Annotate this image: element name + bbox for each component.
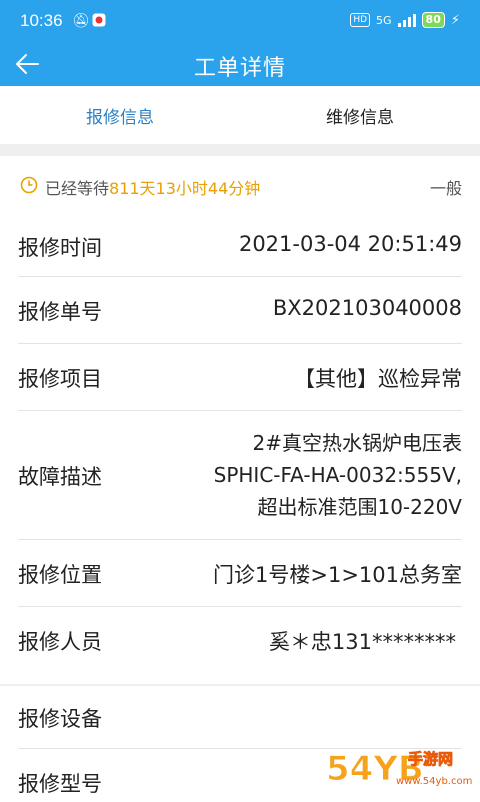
detail-label: 报修人员 [18,630,102,654]
page-title: 工单详情 [193,56,286,81]
status-time: 10:36 [20,11,63,30]
wait-text: 已经等待811天13小时44分钟 [45,179,261,198]
detail-row-fault: 故障描述 2#真空热水锅炉电压表 SPHIC-FA-HA-0032:555V, … [0,411,480,539]
detail-row-order-no: 报修单号 BX202103040008 [0,277,480,343]
app-header: 工单详情 [0,42,480,86]
detail-row-time: 报修时间 2021-03-04 20:51:49 [0,216,480,276]
detail-label: 报修单号 [18,300,102,324]
battery-indicator: 80 [421,12,445,28]
equipment-row-device: 报修设备 [0,686,480,746]
equipment-label: 报修设备 [18,707,102,731]
detail-label: 故障描述 [18,465,102,489]
status-right: HD 5G 80 ⚡︎ [350,12,460,28]
hd-icon: HD [350,13,371,27]
detail-row-reporter: 报修人员 奚＊忠131******** [0,607,480,673]
wait-duration: 811天13小时44分钟 [109,179,261,198]
app-icon [92,13,106,31]
repair-info-card: 已经等待811天13小时44分钟 一般 报修时间 2021-03-04 20:5… [0,156,480,684]
fault-line: 2#真空热水锅炉电压表 [252,431,462,455]
fault-line: SPHIC-FA-HA-0032:555V, [213,463,462,487]
detail-value: 2021-03-04 20:51:49 [238,232,462,256]
detail-row-project: 报修项目 【其他】巡检异常 [0,344,480,410]
tab-maintenance-info[interactable]: 维修信息 [240,86,480,144]
clock-icon [20,176,38,194]
site-watermark: 54YB 手游网 www.54yb.com [324,740,474,796]
charging-icon: ⚡︎ [450,12,460,28]
network-label: 5G [376,13,392,27]
mute-icon: 🔕︎ [72,13,90,29]
detail-label: 报修位置 [18,563,102,587]
detail-value: 门诊1号楼>1>101总务室 [213,563,462,587]
tab-bar: 报修信息 维修信息 [0,86,480,144]
equipment-label: 报修型号 [18,772,102,796]
signal-icon [397,13,416,27]
detail-label: 报修项目 [18,367,102,391]
tab-repair-info[interactable]: 报修信息 [0,86,240,144]
detail-label: 报修时间 [18,236,102,260]
status-bar: 10:36 🔕︎ HD 5G 80 ⚡︎ [0,0,480,42]
watermark-url: www.54yb.com [396,776,472,787]
detail-value: BX202103040008 [272,296,462,320]
detail-value: 【其他】巡检异常 [294,367,462,391]
wait-time-row: 已经等待811天13小时44分钟 一般 [0,156,480,216]
detail-row-location: 报修位置 门诊1号楼>1>101总务室 [0,540,480,606]
detail-value: 奚＊忠131******** [268,630,456,654]
priority-level: 一般 [429,179,462,198]
fault-description: 2#真空热水锅炉电压表 SPHIC-FA-HA-0032:555V, 超出标准范… [214,427,462,523]
watermark-sub: 手游网 [408,750,453,768]
fault-line: 超出标准范围10-220V [257,495,462,519]
